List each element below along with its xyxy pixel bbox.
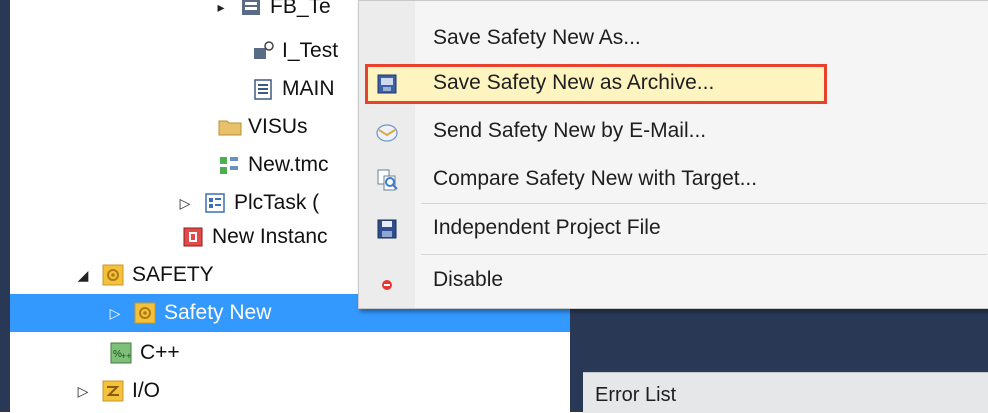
menu-item-send-email[interactable]: Send Safety New by E-Mail... (359, 108, 988, 156)
tree-item-label: I_Test (282, 39, 339, 62)
cpp-icon: % ++ (110, 342, 132, 364)
tree-item-new-instance[interactable]: New Instanc (182, 218, 328, 256)
disable-dot-icon (375, 269, 399, 293)
menu-item-label: Send Safety New by E-Mail... (433, 119, 707, 142)
safety-project-icon (134, 302, 156, 324)
tree-item-visus[interactable]: VISUs (218, 108, 308, 146)
task-icon (204, 192, 226, 214)
archive-icon (375, 72, 399, 96)
io-icon (102, 380, 124, 402)
tree-item-safety[interactable]: ◢ SAFETY (74, 256, 214, 294)
interface-icon (252, 40, 274, 62)
menu-item-label: Disable (433, 268, 504, 291)
save-disk-icon (375, 217, 399, 241)
menu-item-label: Compare Safety New with Target... (433, 167, 758, 190)
instance-icon (182, 226, 204, 248)
menu-item-independent-file[interactable]: Independent Project File (359, 205, 988, 253)
expand-arrow-icon[interactable]: ▷ (74, 383, 92, 400)
tmc-icon (218, 154, 240, 176)
tree-item-io[interactable]: ▷ I/O (74, 372, 160, 410)
menu-separator (421, 203, 987, 204)
menu-item-disable[interactable]: Disable (359, 257, 988, 305)
tree-item-cpp[interactable]: % ++ C++ (110, 334, 180, 372)
tree-item-label: PlcTask ( (234, 191, 320, 214)
menu-item-save-as[interactable]: Save Safety New As... (359, 15, 988, 63)
function-block-icon (240, 0, 262, 18)
tree-item-label: I/O (132, 379, 161, 402)
menu-separator (421, 254, 987, 255)
collapse-arrow-icon[interactable]: ◢ (74, 267, 92, 284)
tree-left-edge (0, 0, 10, 412)
tree-item-label: Safety New (164, 301, 272, 324)
svg-text:++: ++ (121, 351, 132, 361)
expand-arrow-icon[interactable]: ▸ (212, 0, 230, 16)
tree-item-label: SAFETY (132, 263, 214, 286)
safety-icon (102, 264, 124, 286)
tree-item-label: C++ (140, 341, 180, 364)
menu-item-compare[interactable]: Compare Safety New with Target... (359, 156, 988, 204)
program-icon (252, 78, 274, 100)
tree-item-label: VISUs (248, 115, 308, 138)
expand-arrow-icon[interactable]: ▷ (176, 195, 194, 212)
menu-item-label: Save Safety New As... (433, 26, 641, 49)
menu-item-save-archive[interactable]: Save Safety New as Archive... (359, 60, 988, 108)
expand-arrow-icon[interactable]: ▷ (106, 305, 124, 322)
tree-item-main[interactable]: MAIN (252, 70, 335, 108)
tree-item-label: MAIN (282, 77, 335, 100)
menu-item-label: Save Safety New as Archive... (433, 71, 715, 94)
tree-item-i-test[interactable]: I_Test (252, 32, 338, 70)
tree-item-label: New.tmc (248, 153, 329, 176)
tree-item-plctask[interactable]: ▷ PlcTask ( (176, 184, 320, 222)
compare-icon (375, 168, 399, 192)
tree-item-fb[interactable]: ▸ FB_Te (212, 0, 331, 26)
tree-item-label: New Instanc (212, 225, 328, 248)
context-menu: Save Safety New As... Save Safety New as… (358, 0, 988, 309)
error-list-tab[interactable]: Error List (583, 372, 988, 413)
tree-item-label: FB_Te (270, 0, 331, 18)
folder-icon (218, 116, 242, 138)
email-icon (375, 120, 399, 144)
tree-item-new-tmc[interactable]: New.tmc (218, 146, 329, 184)
error-list-title: Error List (595, 384, 677, 406)
menu-item-label: Independent Project File (433, 216, 661, 239)
